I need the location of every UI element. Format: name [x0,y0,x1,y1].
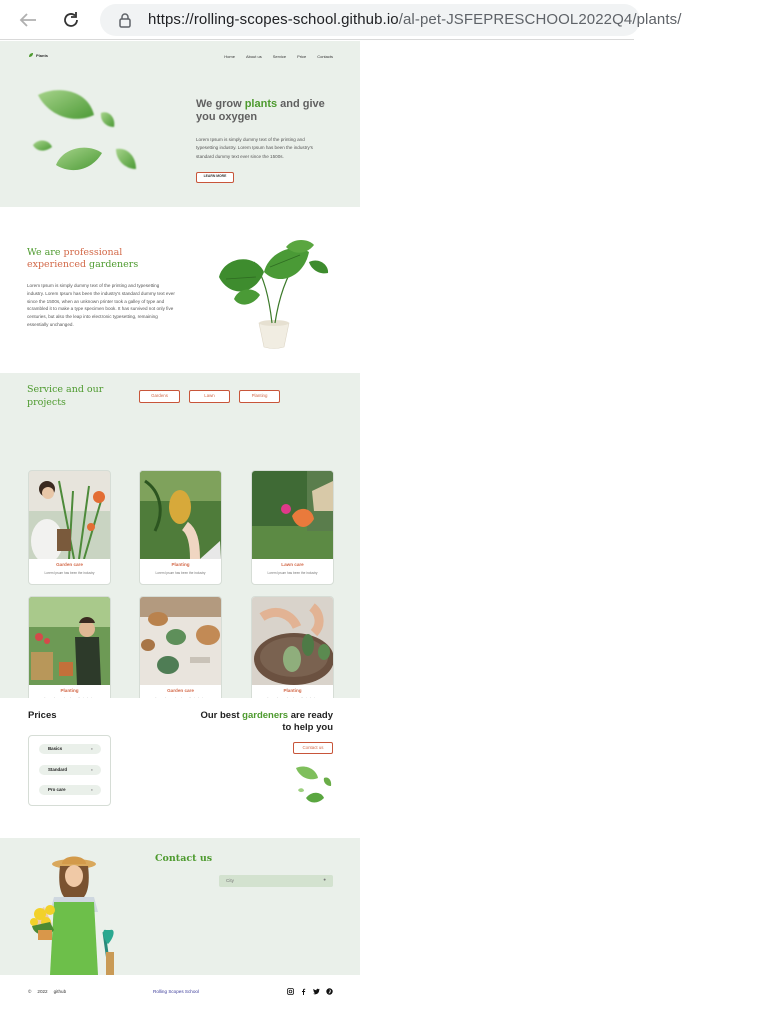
footer-year: 2022 [37,989,48,994]
back-arrow-icon[interactable] [17,9,39,31]
card-title: Garden care [56,562,83,567]
card-image-planting [140,471,221,559]
hero-section: We grow plants and give you oxygen Lorem… [0,71,360,207]
leaf-logo-icon [29,53,33,57]
price-label: Pro care [48,787,66,792]
hero-text: Lorem Ipsum is simply dummy text of the … [196,137,313,159]
card-text: Lorem Ipsum has been the industry [155,571,206,575]
best-title-green: gardeners [242,710,289,721]
card-text: Lorem Ipsum has been the industry [44,571,95,575]
leaves-image [296,766,332,803]
service-card[interactable]: Planting Lorem Ipsum has been the indust… [28,596,111,711]
filter-planting-button[interactable]: Planting [239,390,280,403]
about-title: We are professional experienced gardener… [27,247,167,271]
services-section: Service and our projects Gardens Lawn Pl… [0,373,360,711]
chevron-down-icon: ● [90,767,93,772]
hero-title-part1: We grow [196,98,245,110]
prices-section: Prices Basics ● Standard ● Pro care ● Ou… [0,698,360,838]
card-text: Lorem Ipsum has been the industry [267,571,318,575]
logo-text: Plants [36,52,49,58]
copyright-symbol: © [28,989,32,994]
chevron-down-icon: ● [90,787,93,792]
main-nav: Home About us Service Price Contacts [224,54,333,59]
url-host: https://rolling-scopes-school.github.io [148,11,399,28]
service-card[interactable]: Planting Lorem Ipsum has been the indust… [139,470,222,585]
best-gardeners-title: Our best gardeners are ready to help you [193,710,333,734]
filter-lawn-button[interactable]: Lawn [189,390,230,403]
card-image-garden-care [29,471,110,559]
prices-title: Prices [28,710,57,721]
filter-gardens-button[interactable]: Gardens [139,390,180,403]
hero-title-green: plants [244,98,278,110]
price-label: Standard [48,767,68,772]
card-title: Planting [60,688,79,693]
card-image-planting [29,597,110,685]
about-section: We are professional experienced gardener… [0,207,360,373]
services-title: Service and our projects [27,384,104,408]
best-title-part2: are ready to help you [282,710,333,733]
browser-toolbar: https://rolling-scopes-school.github.io/… [0,0,681,40]
about-text: Lorem Ipsum is simply dummy text of the … [27,283,175,327]
nav-home[interactable]: Home [224,54,235,59]
price-item-standard[interactable]: Standard ● [39,765,101,775]
logo[interactable]: Plants [28,52,48,58]
contact-title: Contact us [155,853,213,864]
best-title-part1: Our best [200,710,243,721]
city-select[interactable]: City ● [219,875,333,887]
lock-icon [118,12,132,33]
service-card[interactable]: Garden care Lorem Ipsum has been the ind… [139,596,222,711]
pinterest-icon[interactable] [325,987,333,995]
about-title-part1: We are [27,247,64,258]
url-text: https://rolling-scopes-school.github.io/… [148,11,682,28]
page-viewport: Plants Home About us Service Price Conta… [0,41,360,1033]
nav-price[interactable]: Price [297,54,306,59]
card-image-garden-care [140,597,221,685]
address-bar[interactable]: https://rolling-scopes-school.github.io/… [100,4,681,36]
city-label: City [226,878,234,883]
facebook-icon[interactable] [299,987,307,995]
reload-icon[interactable] [60,9,82,31]
chevron-down-icon: ● [323,877,326,882]
card-image-planting [252,597,333,685]
nav-contacts[interactable]: Contacts [317,54,333,59]
gardener-image [30,856,114,975]
card-image-lawn-care [252,471,333,559]
footer-school-link[interactable]: Rolling Scopes School [153,989,199,994]
price-label: Basics [48,746,63,751]
price-item-pro-care[interactable]: Pro care ● [39,785,101,795]
footer-github-link[interactable]: github [54,989,67,994]
chevron-down-icon: ● [90,746,93,751]
price-item-basics[interactable]: Basics ● [39,744,101,754]
site-header: Plants Home About us Service Price Conta… [0,41,360,71]
card-title: Lawn care [281,562,304,567]
nav-service[interactable]: Service [273,54,286,59]
service-card[interactable]: Lawn care Lorem Ipsum has been the indus… [251,470,334,585]
url-path: /al-pet-JSFEPRESCHOOL2022Q4/plants/ [398,11,682,28]
hero-title: We grow plants and give you oxygen [196,98,346,124]
leaves-image [33,90,136,171]
footer-copyright: © 2022 github [28,989,66,994]
prices-accordion: Basics ● Standard ● Pro care ● [28,735,111,806]
card-title: Planting [283,688,302,693]
card-title: Garden care [167,688,194,693]
card-title: Planting [171,562,190,567]
instagram-icon[interactable] [286,987,294,995]
service-card[interactable]: Planting Lorem Ipsum has been the indust… [251,596,334,711]
learn-more-button[interactable]: LEARN MORE [196,172,234,183]
contact-us-button[interactable]: Contact us [293,742,333,754]
service-card[interactable]: Garden care Lorem Ipsum has been the ind… [28,470,111,585]
twitter-icon[interactable] [312,987,320,995]
monstera-image [219,240,329,349]
nav-about[interactable]: About us [246,54,262,59]
site-footer: © 2022 github Rolling Scopes School [0,975,360,1009]
contact-section: Contact us City ● [0,838,360,975]
about-title-part2: gardeners [86,259,139,270]
social-icons [286,987,333,995]
